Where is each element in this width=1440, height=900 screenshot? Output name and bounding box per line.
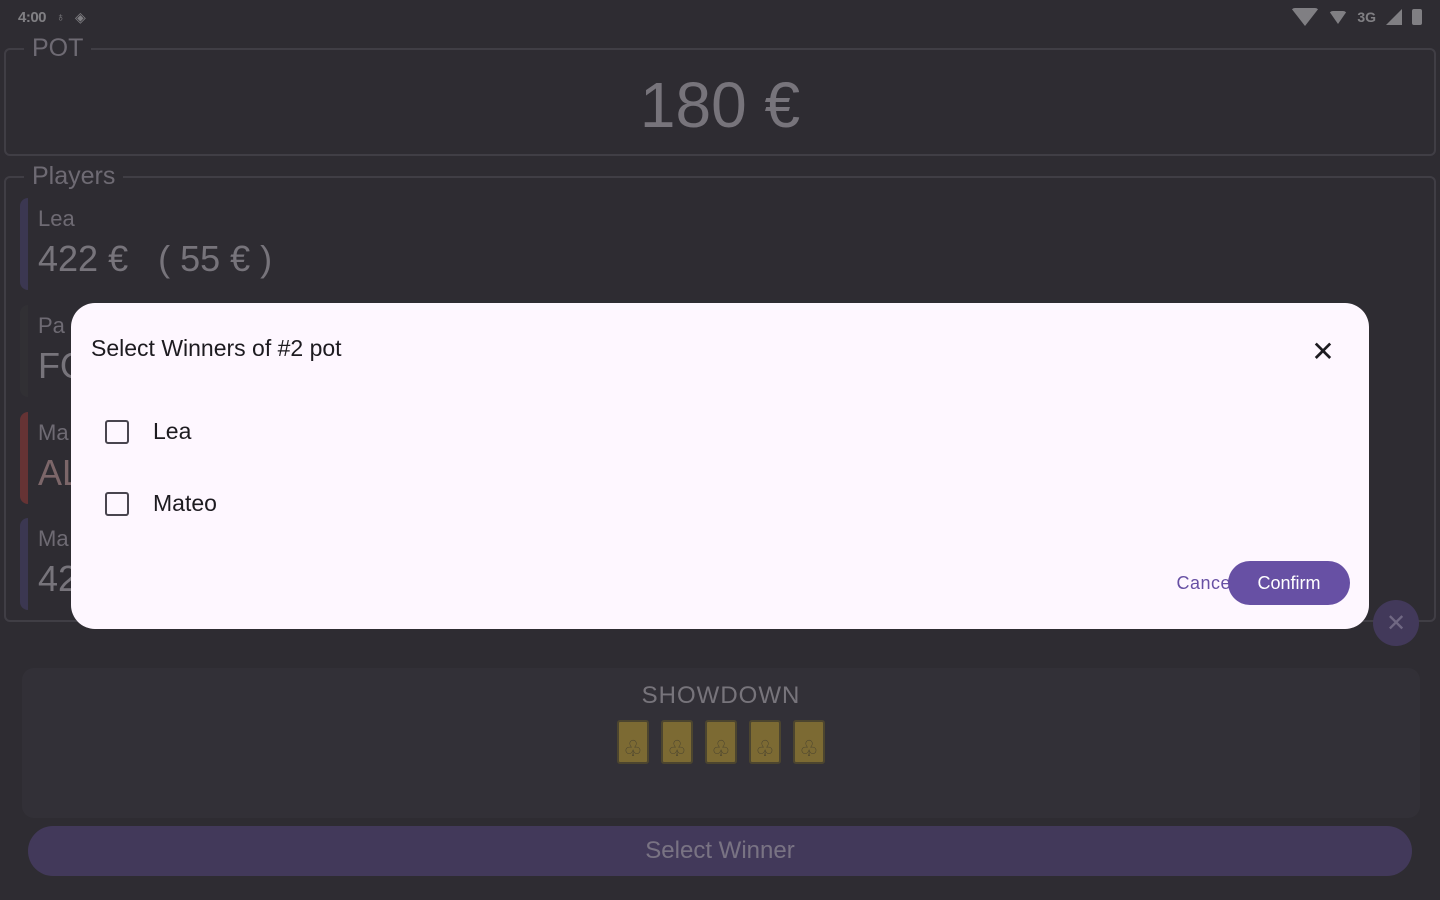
card-back[interactable]: ♧ (793, 720, 825, 764)
select-winner-button[interactable]: Select Winner (28, 826, 1412, 876)
app-screen: 4:00 ♁ ◈ 3G POT 180 € Players Lea 422 € … (0, 0, 1440, 900)
status-bar: 4:00 ♁ ◈ 3G (0, 0, 1440, 34)
checkbox[interactable] (105, 419, 129, 444)
close-fab-button[interactable]: ✕ (1373, 600, 1419, 646)
players-legend: Players (24, 162, 124, 191)
winner-option-mateo[interactable]: Mateo (105, 490, 217, 517)
checkbox[interactable] (105, 491, 129, 516)
community-cards: ♧ ♧ ♧ ♧ ♧ (22, 720, 1420, 764)
card-back[interactable]: ♧ (661, 720, 693, 764)
winner-option-lea[interactable]: Lea (105, 418, 191, 445)
dialog-title: Select Winners of #2 pot (91, 335, 342, 361)
wifi-icon (1291, 8, 1320, 26)
battery-icon (1412, 9, 1422, 25)
close-icon: ✕ (1311, 335, 1335, 367)
status-time: 4:00 (18, 8, 47, 26)
confirm-button[interactable]: Confirm (1228, 561, 1350, 605)
pot-amount: 180 € (639, 69, 801, 141)
option-label: Mateo (153, 490, 217, 516)
card-back[interactable]: ♧ (705, 720, 737, 764)
dialog-close-button[interactable]: ✕ (1303, 331, 1343, 371)
showdown-panel: SHOWDOWN ♧ ♧ ♧ ♧ ♧ (22, 668, 1420, 818)
wifi-secondary-icon (1329, 10, 1348, 24)
settings-notification-icon: ◈ (75, 8, 86, 25)
player-amount: 422 € ( 55 € ) (38, 238, 273, 279)
showdown-title: SHOWDOWN (641, 682, 801, 709)
player-name: Lea (38, 206, 75, 231)
pot-legend: POT (24, 34, 92, 63)
player-card[interactable]: Lea 422 € ( 55 € ) (20, 198, 1420, 290)
network-type: 3G (1357, 9, 1376, 25)
card-back[interactable]: ♧ (617, 720, 649, 764)
notification-icon: ♁ (56, 10, 66, 24)
card-back[interactable]: ♧ (749, 720, 781, 764)
select-winners-dialog: Select Winners of #2 pot ✕ Lea Mateo Can… (71, 303, 1369, 629)
pot-box: POT 180 € (4, 34, 1436, 156)
signal-icon (1386, 9, 1402, 25)
close-icon: ✕ (1385, 609, 1407, 637)
option-label: Lea (153, 418, 192, 444)
